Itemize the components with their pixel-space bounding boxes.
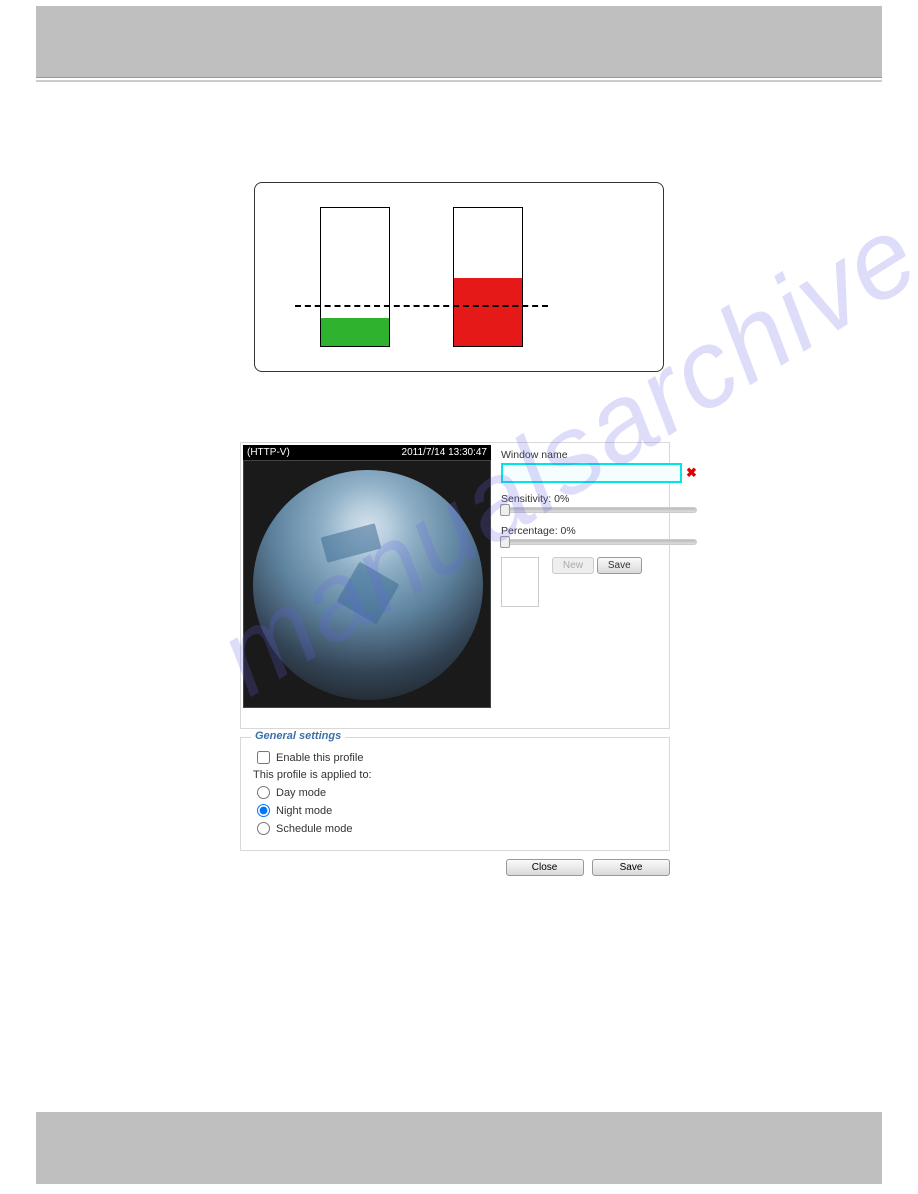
schedule-mode-radio[interactable] [257, 822, 270, 835]
applied-to-text: This profile is applied to: [253, 769, 657, 781]
sensitivity-slider[interactable] [501, 507, 697, 513]
sensitivity-label: Sensitivity: 0% [501, 493, 697, 505]
diagram-bar-green [320, 207, 390, 347]
window-name-row: ✖ [501, 463, 697, 483]
new-button: New [552, 557, 594, 574]
schedule-mode-row: Schedule mode [257, 822, 657, 835]
footer-button-row: Close Save [240, 857, 670, 876]
enable-profile-label: Enable this profile [276, 752, 363, 764]
page-header-bar [36, 6, 882, 78]
night-mode-radio[interactable] [257, 804, 270, 817]
window-name-label: Window name [501, 449, 697, 461]
general-settings-box: General settings Enable this profile Thi… [240, 737, 670, 851]
night-mode-label: Night mode [276, 805, 332, 817]
fisheye-image [253, 470, 483, 700]
sensitivity-slider-thumb[interactable] [500, 504, 510, 516]
percentage-slider[interactable] [501, 539, 697, 545]
save-button[interactable]: Save [592, 859, 670, 876]
page-footer-bar [36, 1112, 882, 1184]
video-preview[interactable] [243, 460, 491, 708]
percentage-slider-thumb[interactable] [500, 536, 510, 548]
preview-and-buttons-row: New Save [501, 557, 697, 607]
percentage-slider-box: Percentage: 0% [501, 525, 697, 545]
diagram-bar-red-fill [454, 278, 522, 346]
sensitivity-slider-box: Sensitivity: 0% [501, 493, 697, 513]
day-mode-label: Day mode [276, 787, 326, 799]
delete-window-icon[interactable]: ✖ [686, 465, 697, 481]
config-right-panel: Window name ✖ Sensitivity: 0% Percentage… [493, 443, 705, 710]
diagram-bar-green-fill [321, 318, 389, 346]
close-button[interactable]: Close [506, 859, 584, 876]
video-header: (HTTP-V) 2011/7/14 13:30:47 [243, 445, 491, 460]
window-name-input[interactable] [501, 463, 682, 483]
enable-profile-checkbox[interactable] [257, 751, 270, 764]
motion-config-panel: (HTTP-V) 2011/7/14 13:30:47 Window name … [240, 442, 670, 729]
percentage-label: Percentage: 0% [501, 525, 697, 537]
schedule-mode-label: Schedule mode [276, 823, 352, 835]
threshold-diagram [254, 182, 664, 372]
motion-preview-thumbnail [501, 557, 539, 607]
day-mode-row: Day mode [257, 786, 657, 799]
day-mode-radio[interactable] [257, 786, 270, 799]
video-panel: (HTTP-V) 2011/7/14 13:30:47 [243, 445, 491, 708]
video-timestamp: 2011/7/14 13:30:47 [402, 447, 487, 458]
diagram-bar-red [453, 207, 523, 347]
video-protocol: (HTTP-V) [247, 447, 290, 458]
save-window-button[interactable]: Save [597, 557, 642, 574]
general-settings-legend: General settings [251, 730, 345, 742]
diagram-threshold-line [295, 305, 548, 307]
enable-profile-row: Enable this profile [257, 751, 657, 764]
night-mode-row: Night mode [257, 804, 657, 817]
